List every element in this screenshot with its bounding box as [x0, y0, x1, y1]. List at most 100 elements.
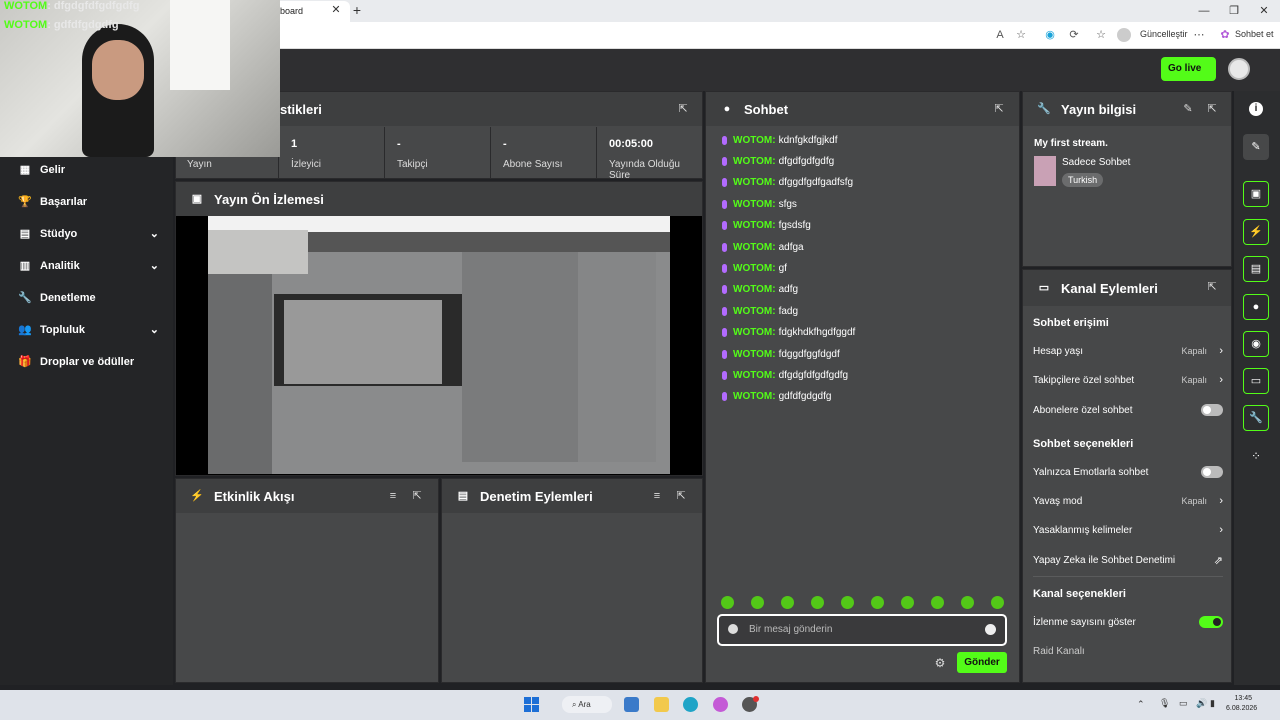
- chat-username[interactable]: WOTOM:: [733, 177, 776, 188]
- file-explorer-icon[interactable]: [654, 697, 669, 712]
- chat-username[interactable]: WOTOM:: [733, 284, 776, 295]
- chat-message[interactable]: WOTOM: dfggdfgdfgadfsfg: [722, 176, 853, 190]
- chat-username[interactable]: WOTOM:: [733, 391, 776, 402]
- extension-icon[interactable]: ◉: [1043, 28, 1057, 42]
- windows-start-icon[interactable]: [524, 697, 539, 712]
- chat-message[interactable]: WOTOM: dfgdfgdfgdfg: [722, 154, 834, 168]
- channel-icon[interactable]: ▭: [1243, 368, 1269, 394]
- more-widgets-icon[interactable]: ⁘: [1249, 449, 1263, 463]
- edit-icon[interactable]: ✎: [1243, 134, 1269, 160]
- followers-only-row[interactable]: Takipçilere özel sohbet Kapalı ›: [1033, 371, 1223, 389]
- minimize-icon[interactable]: —: [1196, 3, 1212, 19]
- close-tab-icon[interactable]: ✕: [330, 4, 342, 16]
- chevron-down-icon[interactable]: ⌄: [150, 227, 159, 240]
- emote-icon[interactable]: [991, 596, 1004, 609]
- shield-icon[interactable]: [728, 624, 738, 634]
- emote-icon[interactable]: [901, 596, 914, 609]
- task-view-icon[interactable]: [624, 697, 639, 712]
- emote-icon[interactable]: [811, 596, 824, 609]
- info-icon[interactable]: i: [1249, 102, 1263, 116]
- chat-message[interactable]: WOTOM: adfga: [722, 240, 804, 254]
- chat-message[interactable]: WOTOM: adfg: [722, 283, 798, 297]
- chat-username[interactable]: WOTOM:: [733, 135, 776, 146]
- chat-username[interactable]: WOTOM:: [733, 306, 776, 317]
- filter-icon[interactable]: ≡: [650, 489, 664, 503]
- sidebar-item[interactable]: ▦ Gelir: [0, 154, 173, 186]
- broadcast-icon[interactable]: ◉: [1243, 331, 1269, 357]
- network-icon[interactable]: ▭: [1179, 698, 1188, 709]
- chat-username[interactable]: WOTOM:: [733, 263, 776, 274]
- preview-video[interactable]: [208, 216, 670, 474]
- chat-input[interactable]: Bir mesaj gönderin: [717, 614, 1007, 646]
- chat-username[interactable]: WOTOM:: [733, 370, 776, 381]
- chat-username[interactable]: WOTOM:: [733, 327, 776, 338]
- chat-message[interactable]: WOTOM: gdfdfgdgdfg: [722, 390, 831, 404]
- copilot-chat-button[interactable]: Sohbet et: [1235, 29, 1274, 39]
- emote-icon[interactable]: [781, 596, 794, 609]
- new-tab-icon[interactable]: +: [350, 3, 364, 17]
- battery-icon[interactable]: ▮: [1210, 698, 1215, 709]
- chat-username[interactable]: WOTOM:: [733, 156, 776, 167]
- read-aloud-icon[interactable]: A: [993, 28, 1007, 42]
- user-avatar[interactable]: [1228, 58, 1250, 80]
- more-options-icon[interactable]: ⋯: [1192, 28, 1206, 42]
- chat-message[interactable]: WOTOM: kdnfgkdfgjkdf: [722, 133, 838, 147]
- send-button[interactable]: Gönder: [957, 652, 1007, 673]
- filter-icon[interactable]: ≡: [386, 489, 400, 503]
- popout-icon[interactable]: ⇱: [1205, 280, 1219, 294]
- profile-icon[interactable]: [1117, 28, 1131, 42]
- chat-username[interactable]: WOTOM:: [733, 349, 776, 360]
- copilot-icon[interactable]: ✿: [1218, 28, 1232, 42]
- chat-message[interactable]: WOTOM: sfgs: [722, 197, 797, 211]
- refresh-extension-icon[interactable]: ⟳: [1067, 28, 1081, 42]
- chat-message[interactable]: WOTOM: gf: [722, 261, 787, 275]
- taskbar-clock[interactable]: 13:45 6.08.2026: [1226, 694, 1257, 714]
- banned-words-row[interactable]: Yasaklanmış kelimeler ›: [1033, 521, 1223, 539]
- lightning-icon[interactable]: ⚡: [1243, 219, 1269, 245]
- emote-icon[interactable]: [721, 596, 734, 609]
- chat-message[interactable]: WOTOM: dfgdgfdfgdfgdfg: [722, 368, 848, 382]
- raid-row[interactable]: Raid Kanalı: [1033, 642, 1223, 660]
- chat-message[interactable]: WOTOM: fadg: [722, 304, 798, 318]
- sidebar-item[interactable]: ▤ Stüdyo ⌄: [0, 218, 173, 250]
- go-live-button[interactable]: Go live: [1161, 57, 1216, 81]
- subscribers-only-toggle[interactable]: [1201, 404, 1223, 416]
- sidebar-item[interactable]: 🏆 Başarılar: [0, 186, 173, 218]
- sidebar-item[interactable]: 🔧 Denetleme: [0, 282, 173, 314]
- chat-username[interactable]: WOTOM:: [733, 199, 776, 210]
- popout-icon[interactable]: ⇱: [1205, 102, 1219, 116]
- chat-username[interactable]: WOTOM:: [733, 242, 776, 253]
- taskbar-search[interactable]: ⌕ Ara: [562, 696, 612, 713]
- emote-icon[interactable]: [961, 596, 974, 609]
- ai-moderation-row[interactable]: Yapay Zeka ile Sohbet Denetimi ⇗: [1033, 551, 1223, 569]
- chevron-down-icon[interactable]: ⌄: [150, 323, 159, 336]
- emote-icon[interactable]: [841, 596, 854, 609]
- edge-icon[interactable]: [683, 697, 698, 712]
- popout-icon[interactable]: ⇱: [410, 489, 424, 503]
- emoji-picker-icon[interactable]: [985, 624, 996, 635]
- microphone-icon[interactable]: 🎙: [1159, 698, 1170, 709]
- favorite-star-icon[interactable]: ☆: [1014, 28, 1028, 42]
- chat-username[interactable]: WOTOM:: [733, 220, 776, 231]
- sidebar-item[interactable]: 👥 Topluluk ⌄: [0, 314, 173, 346]
- wrench-icon[interactable]: 🔧: [1243, 405, 1269, 431]
- chevron-down-icon[interactable]: ⌄: [150, 259, 159, 272]
- sidebar-item[interactable]: ▥ Analitik ⌄: [0, 250, 173, 282]
- maximize-icon[interactable]: ❐: [1226, 3, 1242, 19]
- document-icon[interactable]: ▤: [1243, 256, 1269, 282]
- favorites-icon[interactable]: ☆: [1094, 28, 1108, 42]
- account-age-row[interactable]: Hesap yaşı Kapalı ›: [1033, 342, 1223, 360]
- chat-bubble-icon[interactable]: ●: [1243, 294, 1269, 320]
- emote-icon[interactable]: [871, 596, 884, 609]
- preview-toggle-icon[interactable]: ▣: [1243, 181, 1269, 207]
- chat-message[interactable]: WOTOM: fdggdfggfdgdf: [722, 347, 840, 361]
- chat-message[interactable]: WOTOM: fdgkhdkfhgdfggdf: [722, 326, 855, 340]
- popout-icon[interactable]: ⇱: [674, 489, 688, 503]
- popout-icon[interactable]: ⇱: [676, 102, 690, 116]
- window-close-icon[interactable]: ✕: [1256, 3, 1272, 19]
- popout-icon[interactable]: ⇱: [992, 102, 1006, 116]
- gear-icon[interactable]: ⚙: [933, 656, 947, 670]
- edit-icon[interactable]: ✎: [1181, 102, 1195, 116]
- slow-mode-row[interactable]: Yavaş mod Kapalı ›: [1033, 492, 1223, 510]
- copilot-app-icon[interactable]: [713, 697, 728, 712]
